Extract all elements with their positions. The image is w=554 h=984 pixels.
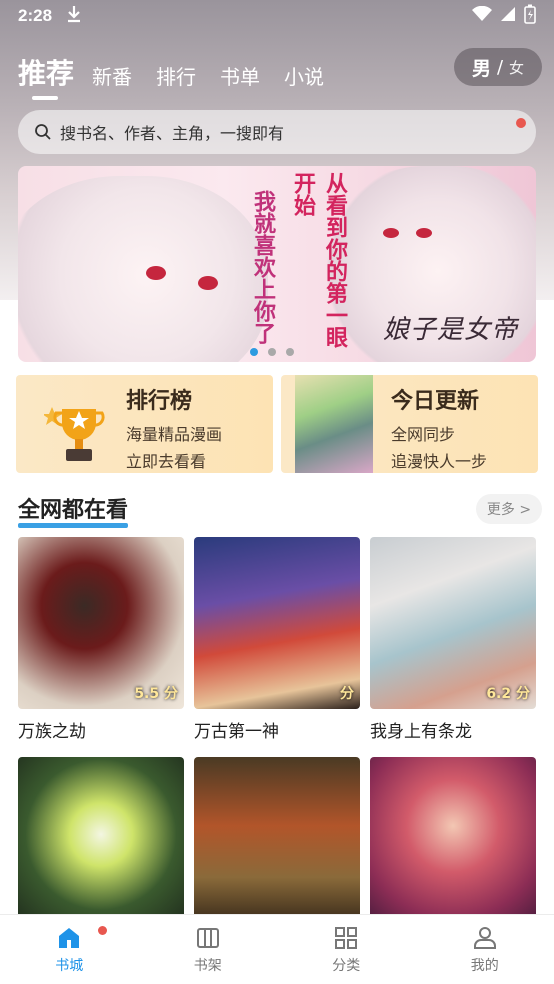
feature-cards: 排行榜 海量精品漫画 立即去看看 今日更新 全网同步 追漫快人一步 xyxy=(16,375,538,473)
nav-label: 分类 xyxy=(332,957,361,974)
notification-dot xyxy=(516,118,526,128)
section-header: 全网都在看 更多 > xyxy=(18,492,542,528)
bottom-navigation: 书城 书架 分类 我的 xyxy=(0,914,554,984)
comic-item[interactable] xyxy=(194,757,360,929)
banner-slogan-left: 我就喜欢上你了 xyxy=(250,190,275,344)
updates-card[interactable]: 今日更新 全网同步 追漫快人一步 xyxy=(281,375,538,473)
carousel-dot xyxy=(286,348,294,356)
comic-cover[interactable]: 分 xyxy=(194,537,360,709)
gender-toggle[interactable]: 男 / 女 xyxy=(454,48,542,86)
tab-booklist[interactable]: 书单 xyxy=(220,62,260,92)
search-bar[interactable]: 搜书名、作者、主角，一搜即有 xyxy=(18,110,536,154)
banner-slogan-right: 从看到你的第一眼开始 xyxy=(290,172,347,348)
nav-profile[interactable]: 我的 xyxy=(416,915,554,984)
category-icon xyxy=(335,926,358,949)
comic-title[interactable]: 万古第一神 xyxy=(194,717,360,742)
tab-novel[interactable]: 小说 xyxy=(284,62,324,92)
banner-carousel[interactable]: 我就喜欢上你了 从看到你的第一眼开始 娘子是女帝 xyxy=(18,166,536,362)
search-icon xyxy=(35,124,51,140)
comic-cover[interactable] xyxy=(194,757,360,929)
signal-icon xyxy=(500,6,516,27)
status-bar: 2:28 xyxy=(0,0,554,32)
banner-character-left xyxy=(18,176,268,362)
section-title: 全网都在看 xyxy=(18,492,129,528)
carousel-indicator xyxy=(250,348,294,356)
ranking-card-line1: 海量精品漫画 xyxy=(126,425,223,444)
nav-label: 我的 xyxy=(470,957,499,974)
comic-cover[interactable] xyxy=(18,757,184,929)
gender-separator: / xyxy=(496,56,504,78)
more-button[interactable]: 更多 > xyxy=(476,494,542,524)
updates-card-line1: 全网同步 xyxy=(391,425,456,444)
ranking-card[interactable]: 排行榜 海量精品漫画 立即去看看 xyxy=(16,375,273,473)
tab-recommend[interactable]: 推荐 xyxy=(18,56,74,100)
nav-bookstore[interactable]: 书城 xyxy=(0,915,139,984)
comic-score: 5.5 分 xyxy=(134,686,178,702)
updates-card-line2: 追漫快人一步 xyxy=(391,452,488,471)
home-icon xyxy=(59,927,80,948)
tab-ranking[interactable]: 排行 xyxy=(156,62,196,92)
nav-bookshelf[interactable]: 书架 xyxy=(139,915,278,984)
profile-icon xyxy=(473,926,496,949)
gender-female[interactable]: 女 xyxy=(509,57,524,78)
download-icon xyxy=(66,5,82,28)
ranking-card-line2: 立即去看看 xyxy=(126,452,207,471)
wifi-icon xyxy=(472,5,492,27)
banner-eye xyxy=(416,228,432,238)
comic-cover[interactable]: 5.5 分 xyxy=(18,537,184,709)
banner-eye xyxy=(198,276,218,290)
comic-score: 6.2 分 xyxy=(486,686,530,702)
updates-card-thumbnail xyxy=(295,375,373,473)
nav-badge-dot xyxy=(98,926,107,935)
banner-eye xyxy=(146,266,166,280)
carousel-dot xyxy=(250,348,258,356)
nav-label: 书架 xyxy=(193,957,222,974)
banner-eye xyxy=(383,228,399,238)
comic-title[interactable]: 我身上有条龙 xyxy=(370,717,536,742)
banner-logo: 娘子是女帝 xyxy=(382,315,518,345)
comic-item[interactable] xyxy=(370,757,536,929)
comic-item[interactable] xyxy=(18,757,184,929)
battery-icon xyxy=(524,4,536,29)
ranking-card-title: 排行榜 xyxy=(126,389,193,414)
comic-cover[interactable] xyxy=(370,757,536,929)
status-time: 2:28 xyxy=(18,6,53,25)
gender-male[interactable]: 男 xyxy=(472,54,491,81)
updates-card-title: 今日更新 xyxy=(391,389,480,414)
comic-item[interactable]: 5.5 分 万族之劫 xyxy=(18,537,184,742)
bookshelf-icon xyxy=(196,927,219,948)
search-placeholder: 搜书名、作者、主角，一搜即有 xyxy=(60,124,285,143)
comic-item[interactable]: 分 万古第一神 xyxy=(194,537,360,742)
tab-new[interactable]: 新番 xyxy=(92,62,132,92)
carousel-dot xyxy=(268,348,276,356)
comic-item[interactable]: 6.2 分 我身上有条龙 xyxy=(370,537,536,742)
top-tabs: 推荐 新番 排行 书单 小说 xyxy=(18,44,348,100)
comic-title[interactable]: 万族之劫 xyxy=(18,717,184,742)
comic-score: 分 xyxy=(340,686,354,702)
nav-label: 书城 xyxy=(55,957,84,974)
nav-category[interactable]: 分类 xyxy=(277,915,416,984)
comic-cover[interactable]: 6.2 分 xyxy=(370,537,536,709)
trophy-icon xyxy=(44,407,105,461)
